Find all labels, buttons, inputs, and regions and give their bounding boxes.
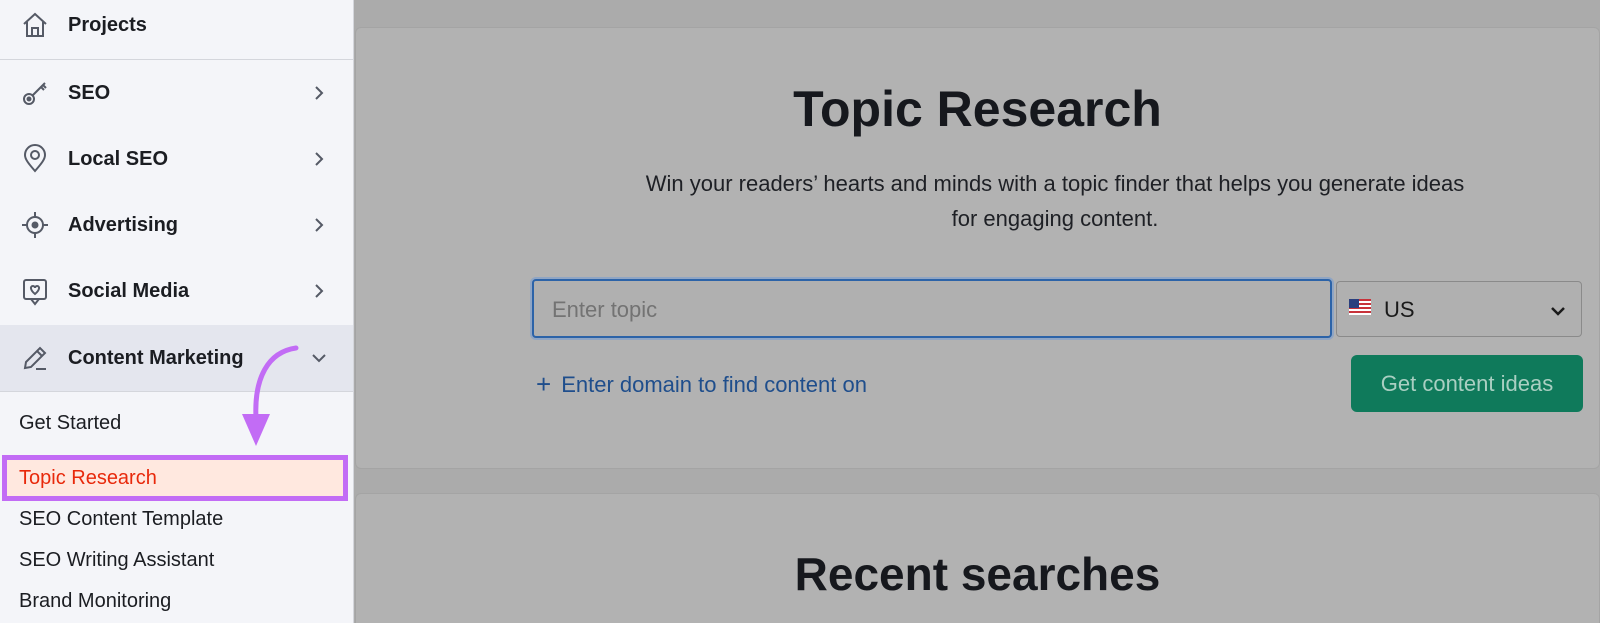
sidebar-item-advertising[interactable]: Advertising [0, 192, 353, 258]
recent-searches-title: Recent searches [794, 548, 1161, 600]
sidebar-item-local-seo[interactable]: Local SEO [0, 126, 353, 192]
get-content-ideas-button[interactable]: Get content ideas [1351, 355, 1583, 412]
subitem-topic-research[interactable]: Topic Research [2, 455, 348, 501]
country-value: US [1384, 297, 1415, 322]
social-chat-icon [18, 274, 52, 308]
enter-domain-link[interactable]: + Enter domain to find content on [536, 369, 867, 400]
country-select[interactable]: US [1336, 281, 1582, 337]
chevron-right-icon [315, 86, 324, 100]
chevron-right-icon [315, 284, 324, 298]
pencil-icon [18, 341, 52, 375]
subitem-seo-writing-assistant[interactable]: SEO Writing Assistant [19, 549, 214, 572]
subitem-seo-content-template[interactable]: SEO Content Template [19, 508, 223, 531]
subtitle-line: for engaging content. [951, 206, 1159, 231]
subitem-label: Topic Research [19, 467, 157, 489]
sidebar-item-label: Projects [68, 13, 147, 36]
sidebar-item-label: Advertising [68, 213, 179, 236]
sidebar: Projects SEO Local SEO Advertising Socia… [0, 0, 354, 623]
page-subtitle: Win your readers’ hearts and minds with … [590, 166, 1520, 236]
home-icon [18, 8, 52, 42]
subitem-brand-monitoring[interactable]: Brand Monitoring [19, 590, 171, 613]
us-flag-icon [1349, 299, 1371, 315]
sidebar-item-seo[interactable]: SEO [0, 60, 353, 126]
enter-domain-label: Enter domain to find content on [561, 371, 867, 397]
plus-icon: + [536, 369, 552, 399]
sidebar-item-label: Local SEO [68, 147, 169, 170]
chevron-right-icon [315, 152, 324, 166]
subitem-get-started[interactable]: Get Started [19, 412, 121, 435]
location-pin-icon [18, 142, 52, 176]
chevron-down-icon [1551, 307, 1565, 316]
sidebar-item-social-media[interactable]: Social Media [0, 258, 353, 324]
page-title: Topic Research [793, 81, 1162, 137]
sidebar-item-label: SEO [68, 81, 111, 104]
sidebar-item-label: Content Marketing [68, 346, 244, 369]
topic-input-placeholder: Enter topic [552, 297, 658, 322]
annotation-arrow-icon [242, 345, 299, 446]
chevron-right-icon [315, 218, 324, 232]
sidebar-item-projects[interactable]: Projects [0, 0, 353, 58]
sidebar-item-label: Social Media [68, 279, 190, 302]
subtitle-line: Win your readers’ hearts and minds with … [645, 171, 1465, 196]
key-icon [18, 76, 52, 110]
topic-input[interactable]: Enter topic [532, 279, 1332, 338]
target-icon [18, 208, 52, 242]
chevron-down-icon [312, 354, 326, 363]
